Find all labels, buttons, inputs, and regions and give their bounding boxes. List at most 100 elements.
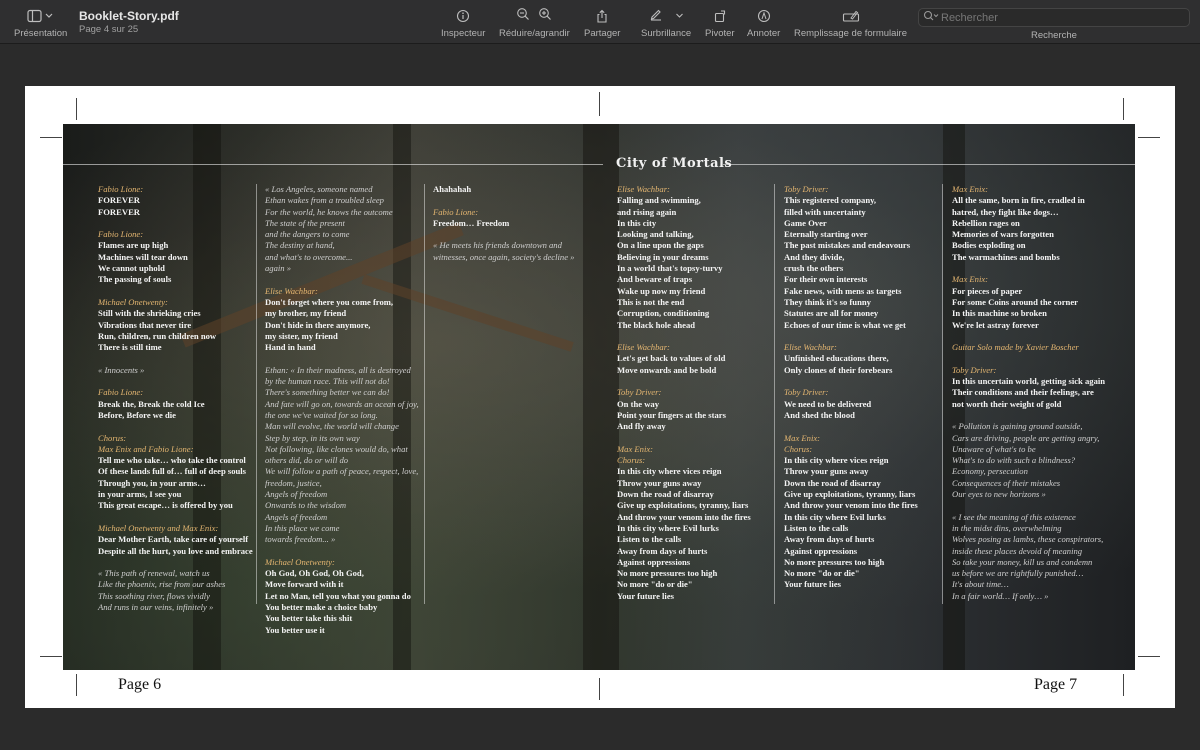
search-label: Recherche bbox=[1031, 30, 1077, 41]
stanza: Toby Driver: On the way Point your fingers… bbox=[617, 387, 751, 432]
narration-line: Angels of freedom bbox=[265, 511, 328, 522]
form-filling-button[interactable]: Remplissage de formulaire bbox=[794, 6, 907, 39]
narration-line: Economy, persecution bbox=[952, 466, 1028, 477]
zoom-button-group[interactable]: Réduire/agrandir bbox=[499, 6, 570, 39]
lyric-line: Despite all the hurt, you love and embra… bbox=[98, 545, 253, 556]
lyric-line: FOREVER bbox=[98, 206, 141, 217]
lyric-line: Game Over bbox=[784, 217, 827, 228]
speaker-label: Guitar Solo made by Xavier Boscher bbox=[952, 342, 1079, 353]
speaker-label: Chorus: bbox=[617, 455, 646, 466]
lyric-line: Tell me who take… who take the control bbox=[98, 455, 246, 466]
stanza: Fabio Lione: Freedom… Freedom bbox=[433, 207, 574, 230]
lyric-line: There is still time bbox=[98, 342, 162, 353]
lyric-line: and rising again bbox=[617, 206, 677, 217]
lyric-line: You better use it bbox=[265, 624, 325, 635]
lyric-line: On the way bbox=[617, 398, 660, 409]
lyric-line: Don't hide in there anymore, bbox=[265, 319, 371, 330]
narration-line: And fate will go on, towards an ocean of… bbox=[265, 398, 419, 409]
lyric-line: And shed the blood bbox=[784, 409, 855, 420]
lyric-line: Listen to the calls bbox=[617, 534, 682, 545]
narration-line: For the world, he knows the outcome bbox=[265, 206, 393, 217]
rotate-button[interactable]: Pivoter bbox=[705, 6, 735, 39]
stanza: « This path of renewal, watch us Like the… bbox=[98, 568, 253, 613]
speaker-label: Max Enix: bbox=[617, 443, 654, 454]
lyric-line: Against oppressions bbox=[784, 545, 858, 556]
lyric-line: crush the others bbox=[784, 263, 844, 274]
lyric-line: Oh God, Oh God, Oh God, bbox=[265, 568, 364, 579]
speaker-label: Fabio Lione: bbox=[98, 229, 144, 240]
lyric-line: Throw your guns away bbox=[784, 466, 869, 477]
lyric-line: This registered company, bbox=[784, 195, 877, 206]
lyric-line: Run, children, run children now bbox=[98, 330, 217, 341]
inspector-button[interactable]: Inspecteur bbox=[441, 6, 485, 39]
form-filling-label: Remplissage de formulaire bbox=[794, 28, 907, 39]
stanza: Michael Onetwenty and Max Enix: Dear Moth… bbox=[98, 523, 253, 557]
document-canvas[interactable]: City of Mortals Fabio Lione: FOREVER FOREV… bbox=[0, 45, 1200, 750]
lyric-line: In a world that's topsy-turvy bbox=[617, 263, 723, 274]
speaker-label: Michael Onetwenty and Max Enix: bbox=[98, 522, 219, 533]
lyric-line: Looking and talking, bbox=[617, 229, 694, 240]
lyric-line: Echoes of our time is what we get bbox=[784, 319, 906, 330]
narration-line: us before we are rightfully punished… bbox=[952, 568, 1084, 579]
highlight-label: Surbrillance bbox=[641, 28, 692, 39]
lyric-line: In this city bbox=[617, 217, 657, 228]
lyric-line: Wake up now my friend bbox=[617, 285, 706, 296]
stanza: Michael Onetwenty: Oh God, Oh God, Oh God… bbox=[265, 557, 419, 636]
speaker-label: Fabio Lione: bbox=[98, 184, 144, 194]
chevron-down-icon[interactable] bbox=[675, 7, 684, 25]
toolbar: Présentation Booklet-Story.pdf Page 4 su… bbox=[0, 0, 1200, 44]
lyrics-column: Toby Driver: This registered company, fill… bbox=[784, 184, 918, 602]
lyric-line: hatred, they fight like dogs… bbox=[952, 206, 1059, 217]
narration-line: the one we've waited for so long. bbox=[265, 409, 378, 420]
search-field[interactable] bbox=[918, 8, 1190, 27]
narration-line: Unaware of what's to be bbox=[952, 443, 1036, 454]
lyric-line: Flames are up high bbox=[98, 240, 169, 251]
stanza: Fabio Lione: Flames are up high Machines w… bbox=[98, 229, 253, 285]
lyric-line: Your future lies bbox=[784, 579, 841, 590]
narration-line: and the dangers to come bbox=[265, 229, 350, 240]
lyric-line: Bodies exploding on bbox=[952, 240, 1026, 251]
lyric-line: The black hole ahead bbox=[617, 319, 696, 330]
speaker-label: Toby Driver: bbox=[784, 387, 829, 398]
crop-mark bbox=[1138, 656, 1160, 657]
stanza: Chorus: Max Enix and Fabio Lione: Tell me … bbox=[98, 433, 253, 512]
presentation-button[interactable]: Présentation bbox=[14, 6, 67, 39]
narration-line: Step by step, in its own way bbox=[265, 432, 360, 443]
lyric-line: The past mistakes and endeavours bbox=[784, 240, 911, 251]
narration-line: « Innocents » bbox=[98, 364, 145, 375]
pdf-page-spread[interactable]: City of Mortals Fabio Lione: FOREVER FOREV… bbox=[25, 86, 1175, 708]
lyric-line: In this city where vices reign bbox=[617, 466, 722, 477]
narration-line: others did, do or will do bbox=[265, 455, 349, 466]
lyric-line: Listen to the calls bbox=[784, 522, 849, 533]
stanza: « Los Angeles, someone named Ethan wakes … bbox=[265, 184, 419, 274]
search-input[interactable] bbox=[941, 11, 1171, 24]
lyric-line: In this city where Evil lurks bbox=[784, 511, 886, 522]
lyric-line: Give up exploitations, tyranny, liars bbox=[617, 500, 749, 511]
lyric-line: The warmachines and bombs bbox=[952, 251, 1060, 262]
stanza: Elise Wachbar: Unfinished educations ther… bbox=[784, 342, 918, 376]
zoom-out-icon[interactable] bbox=[516, 7, 530, 26]
lyric-line: Break the, Break the cold Ice bbox=[98, 398, 205, 409]
presentation-label: Présentation bbox=[14, 28, 68, 39]
highlight-button[interactable]: Surbrillance bbox=[641, 6, 691, 39]
column-divider bbox=[256, 184, 257, 604]
crop-mark bbox=[40, 656, 62, 657]
lyric-line: in your arms, I see you bbox=[98, 489, 182, 500]
stanza: « Pollution is gaining ground outside, Ca… bbox=[952, 421, 1105, 500]
narration-line: Not following, like clones would do, wha… bbox=[265, 443, 408, 454]
narration-line: « I see the meaning of this existence bbox=[952, 511, 1076, 522]
lyric-line: Only clones of their forebears bbox=[784, 364, 893, 375]
annotate-button[interactable]: Annoter bbox=[747, 6, 780, 39]
lyric-line: Hand in hand bbox=[265, 342, 316, 353]
stanza: « Innocents » bbox=[98, 365, 253, 376]
share-button[interactable]: Partager bbox=[584, 6, 620, 39]
info-icon bbox=[456, 6, 470, 26]
lyric-line: my sister, my friend bbox=[265, 330, 338, 341]
lyric-line: Move onwards and be bold bbox=[617, 364, 717, 375]
zoom-in-icon[interactable] bbox=[538, 7, 552, 26]
speaker-label: Elise Wachbar: bbox=[617, 184, 670, 194]
markup-pen-icon bbox=[757, 6, 771, 26]
title-rule bbox=[63, 164, 603, 165]
lyric-line: The passing of souls bbox=[98, 274, 172, 285]
stanza: Toby Driver: We need to be delivered And s… bbox=[784, 387, 918, 421]
